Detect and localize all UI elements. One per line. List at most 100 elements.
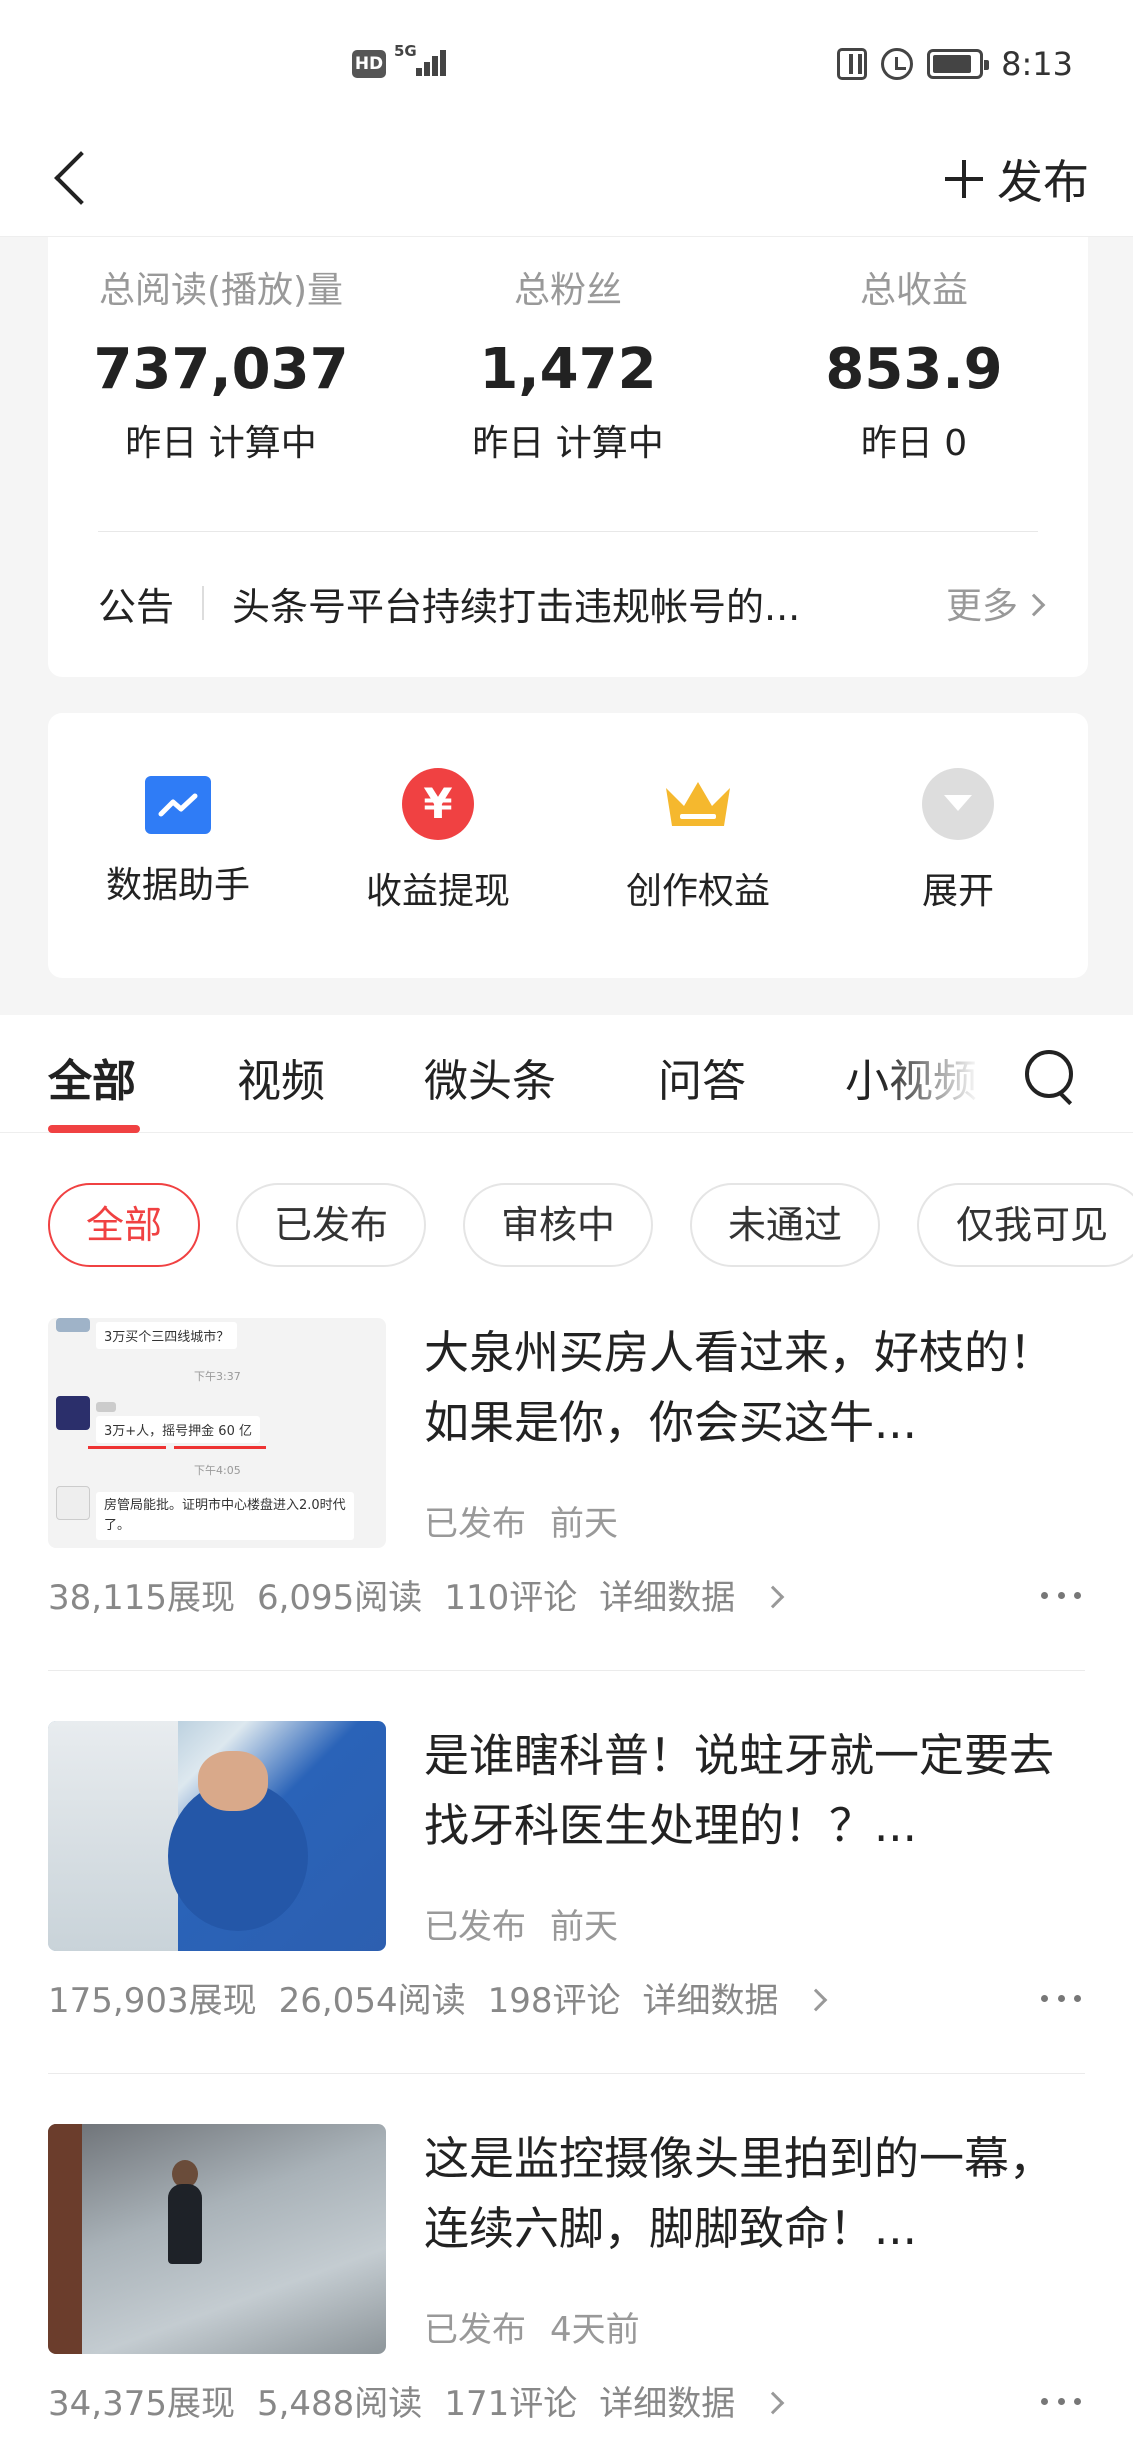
stat-value: 737,037 <box>93 337 349 402</box>
article-item[interactable]: 是谁瞎科普！说蛀牙就一定要去找牙科医生处理的！？... 已发布 前天 175,90… <box>0 1721 1133 2121</box>
tool-expand[interactable]: 展开 <box>828 768 1088 914</box>
article-title[interactable]: 是谁瞎科普！说蛀牙就一定要去找牙科医生处理的！？... <box>424 1721 1086 1861</box>
article-thumbnail <box>48 2124 386 2354</box>
notice-tag: 公告 <box>98 584 175 629</box>
tab-fade <box>880 1015 980 1125</box>
total-fans-stat[interactable]: 总粉丝 1,472 昨日 计算中 <box>395 261 741 466</box>
tab-video[interactable]: 视频 <box>237 1045 325 1109</box>
thumb-text: 下午3:37 <box>194 1370 241 1383</box>
impressions: 38,115展现 <box>48 1578 235 1618</box>
detail-label: 详细数据 <box>599 2384 736 2424</box>
filter-rejected[interactable]: 未通过 <box>690 1183 880 1267</box>
chart-icon <box>145 776 211 834</box>
reads: 26,054阅读 <box>278 1981 466 2021</box>
tool-data-assistant[interactable]: 数据助手 <box>48 768 308 908</box>
chevron-right-icon <box>1022 593 1046 617</box>
filter-published[interactable]: 已发布 <box>236 1183 426 1267</box>
article-item[interactable]: 这是监控摄像头里拍到的一幕，连续六脚，脚脚致命！... 已发布 4天前 34,37… <box>0 2124 1133 2453</box>
article-status: 已发布 <box>424 1504 526 1544</box>
thumb-text: 房管局能批。证明市中心楼盘进入2.0时代了。 <box>96 1492 354 1540</box>
chevron-right-icon <box>761 2391 785 2414</box>
detail-label: 详细数据 <box>642 1981 779 2021</box>
plus-icon <box>945 160 983 198</box>
crown-icon <box>662 768 734 840</box>
signal-icon: 5G <box>394 44 450 80</box>
article-thumbnail: 3万买个三四线城市？ 下午3:37 3万+人，摇号押金 60 亿 下午4:05 … <box>48 1318 386 1548</box>
stat-sub: 昨日 0 <box>860 423 968 464</box>
comments: 171评论 <box>444 2384 578 2424</box>
notice-bar[interactable]: 公告 头条号平台持续打击违规帐号的... 更多 <box>98 573 1046 633</box>
publish-button[interactable]: 发布 <box>945 146 1089 212</box>
stat-label: 总收益 <box>859 270 968 311</box>
status-bar: HD 5G 8:13 <box>0 0 1133 120</box>
total-income-stat[interactable]: 总收益 853.9 昨日 0 <box>741 261 1087 466</box>
detail-data-link[interactable]: 详细数据 <box>642 1981 846 2021</box>
chevron-right-icon <box>805 1988 828 2011</box>
article-stats: 34,375展现 5,488阅读 171评论 详细数据 <box>48 2376 825 2425</box>
search-icon[interactable] <box>1025 1050 1077 1102</box>
notice-text[interactable]: 头条号平台持续打击违规帐号的... <box>232 576 926 631</box>
thumb-text: 3万买个三四线城市？ <box>96 1322 238 1349</box>
content-tabs: 全部 视频 微头条 问答 小视频 <box>0 1015 1133 1133</box>
alarm-icon <box>881 48 914 80</box>
detail-label: 详细数据 <box>599 1578 736 1618</box>
filter-private[interactable]: 仅我可见 <box>917 1183 1133 1267</box>
comments: 110评论 <box>444 1578 578 1618</box>
tool-label: 展开 <box>921 871 994 912</box>
stat-value: 1,472 <box>479 337 657 402</box>
tab-micro-post[interactable]: 微头条 <box>424 1045 556 1109</box>
app-header: 发布 <box>0 120 1133 237</box>
chevron-right-icon <box>761 1585 785 1608</box>
tool-label: 数据助手 <box>105 865 250 906</box>
more-options-icon[interactable] <box>1041 2386 1081 2416</box>
article-stats: 38,115展现 6,095阅读 110评论 详细数据 <box>48 1570 825 1619</box>
detail-data-link[interactable]: 详细数据 <box>599 1578 803 1618</box>
divider <box>48 2073 1085 2074</box>
article-time: 前天 <box>550 1504 618 1544</box>
stat-sub: 昨日 计算中 <box>472 423 664 464</box>
more-label: 更多 <box>945 586 1018 627</box>
tool-label: 收益提现 <box>365 871 510 912</box>
tab-active-indicator <box>48 1125 140 1133</box>
tab-all[interactable]: 全部 <box>48 1045 136 1109</box>
article-thumbnail <box>48 1721 386 1951</box>
stats-card: 总阅读(播放)量 737,037 昨日 计算中 总粉丝 1,472 昨日 计算中… <box>48 237 1088 677</box>
reads: 5,488阅读 <box>256 2384 423 2424</box>
tab-qa[interactable]: 问答 <box>658 1045 746 1109</box>
total-reads-stat[interactable]: 总阅读(播放)量 737,037 昨日 计算中 <box>48 261 394 466</box>
back-arrow-icon[interactable] <box>50 142 110 212</box>
stat-label: 总阅读(播放)量 <box>98 270 344 311</box>
article-title[interactable]: 大泉州买房人看过来，好枝的！如果是你，你会买这牛... <box>424 1318 1086 1458</box>
tools-card: 数据助手 ¥ 收益提现 创作权益 展开 <box>48 713 1088 978</box>
thumb-text: 3万+人，摇号押金 60 亿 <box>96 1416 260 1443</box>
battery-icon <box>927 49 990 79</box>
filter-all[interactable]: 全部 <box>48 1183 200 1267</box>
more-options-icon[interactable] <box>1041 1983 1081 2013</box>
publish-label: 发布 <box>997 155 1089 209</box>
article-meta: 已发布 4天前 <box>424 2302 664 2351</box>
divider <box>48 1670 1085 1671</box>
more-options-icon[interactable] <box>1041 1580 1081 1610</box>
impressions: 175,903展现 <box>48 1981 257 2021</box>
stat-sub: 昨日 计算中 <box>125 423 317 464</box>
article-meta: 已发布 前天 <box>424 1899 642 1948</box>
comments: 198评论 <box>487 1981 621 2021</box>
article-time: 4天前 <box>550 2310 640 2350</box>
article-meta: 已发布 前天 <box>424 1496 642 1545</box>
notice-more-link[interactable]: 更多 <box>945 577 1046 629</box>
detail-data-link[interactable]: 详细数据 <box>599 2384 803 2424</box>
divider <box>98 531 1038 532</box>
stat-label: 总粉丝 <box>513 270 622 311</box>
tool-withdraw[interactable]: ¥ 收益提现 <box>308 768 568 914</box>
tool-creator-rights[interactable]: 创作权益 <box>568 768 828 914</box>
network-type: 5G <box>394 42 417 60</box>
reads: 6,095阅读 <box>256 1578 423 1618</box>
nfc-icon <box>837 48 868 80</box>
yuan-icon: ¥ <box>402 768 474 840</box>
notice-separator <box>202 586 205 620</box>
article-stats: 175,903展现 26,054阅读 198评论 详细数据 <box>48 1973 868 2022</box>
tool-label: 创作权益 <box>625 871 770 912</box>
article-title[interactable]: 这是监控摄像头里拍到的一幕，连续六脚，脚脚致命！... <box>424 2124 1086 2264</box>
article-item[interactable]: 3万买个三四线城市？ 下午3:37 3万+人，摇号押金 60 亿 下午4:05 … <box>0 1318 1133 1718</box>
filter-reviewing[interactable]: 审核中 <box>463 1183 653 1267</box>
